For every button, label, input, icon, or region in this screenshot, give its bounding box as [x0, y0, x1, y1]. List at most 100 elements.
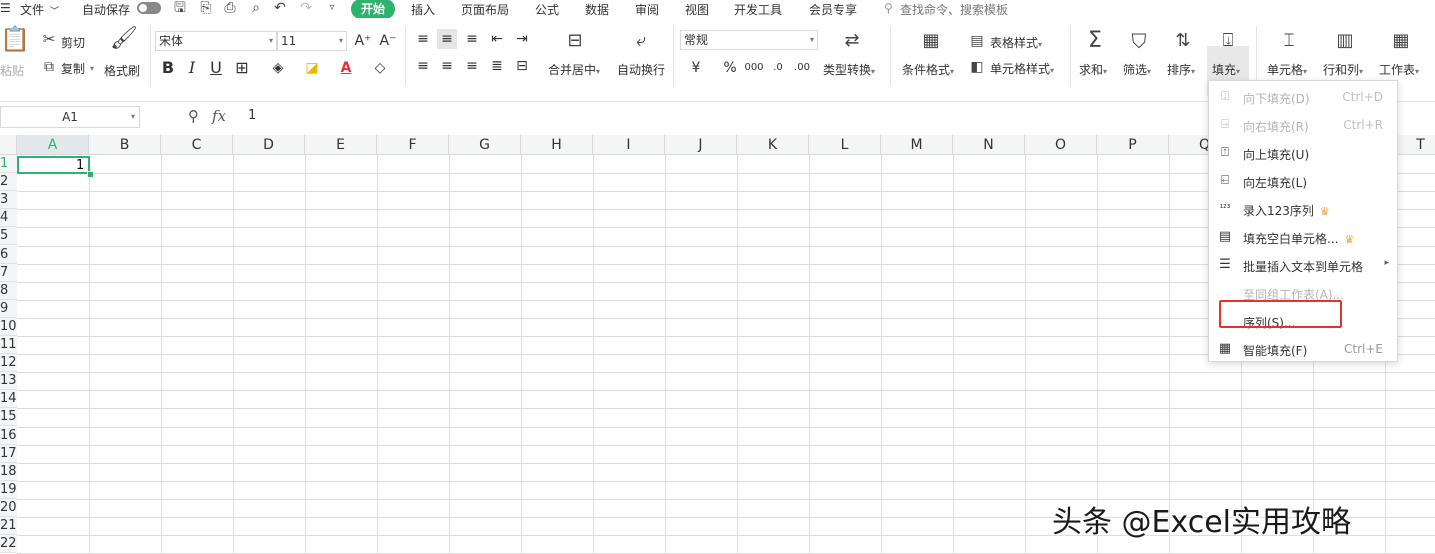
tab-member[interactable]: 会员专享: [809, 1, 857, 18]
tab-data[interactable]: 数据: [585, 1, 609, 18]
sum-icon[interactable]: Σ: [1082, 30, 1108, 52]
row-header-5[interactable]: 5: [0, 227, 17, 246]
align-right-icon[interactable]: ≡: [462, 56, 482, 76]
file-menu[interactable]: 文件: [20, 1, 44, 18]
menu-item-fill-up[interactable]: ⍐ 向上填充(U): [1209, 139, 1397, 167]
row-header-22[interactable]: 22: [0, 535, 17, 554]
menu-item-fill-down[interactable]: ⍗ 向下填充(D) Ctrl+D: [1209, 83, 1397, 111]
menu-item-fill-blank-cells[interactable]: ▤ 填充空白单元格... ♛: [1209, 223, 1397, 251]
sort-icon[interactable]: ⇅: [1170, 30, 1196, 52]
column-header-b[interactable]: B: [89, 135, 161, 155]
sort-button[interactable]: 排序▾: [1167, 61, 1195, 78]
currency-icon[interactable]: ¥: [686, 58, 706, 78]
menu-item-smart-fill[interactable]: ▦ 智能填充(F) Ctrl+E: [1209, 335, 1397, 363]
hamburger-icon[interactable]: ☰: [0, 1, 11, 15]
row-header-14[interactable]: 14: [0, 390, 17, 409]
menu-item-fill-left[interactable]: ⍇ 向左填充(L): [1209, 167, 1397, 195]
percent-icon[interactable]: %: [720, 58, 740, 78]
conditional-format-button[interactable]: 条件格式▾: [902, 61, 954, 78]
row-header-4[interactable]: 4: [0, 209, 17, 228]
row-header-19[interactable]: 19: [0, 480, 17, 499]
fill-handle[interactable]: [87, 171, 94, 178]
row-header-6[interactable]: 6: [0, 245, 17, 264]
tab-insert[interactable]: 插入: [411, 1, 435, 18]
column-header-g[interactable]: G: [449, 135, 521, 155]
sum-button[interactable]: 求和▾: [1079, 61, 1107, 78]
column-header-e[interactable]: E: [305, 135, 377, 155]
column-header-n[interactable]: N: [953, 135, 1025, 155]
font-color-icon[interactable]: A: [336, 58, 356, 78]
tab-home[interactable]: 开始: [351, 0, 395, 19]
menu-item-enter-123-series[interactable]: ¹²³ 录入123序列 ♛: [1209, 195, 1397, 223]
row-header-12[interactable]: 12: [0, 354, 17, 373]
menu-item-batch-insert-text[interactable]: ☰ 批量插入文本到单元格 ▸: [1209, 251, 1397, 279]
undo-icon[interactable]: ↶: [272, 0, 288, 16]
cut-button[interactable]: 剪切: [61, 34, 85, 51]
decrease-indent-icon[interactable]: ⇤: [487, 29, 507, 49]
align-center-icon[interactable]: ≡: [437, 56, 457, 76]
worksheet-icon[interactable]: ▦: [1388, 30, 1414, 52]
column-header-l[interactable]: L: [809, 135, 881, 155]
align-left-icon[interactable]: ≡: [413, 56, 433, 76]
cell-style-button[interactable]: 单元格样式▾: [990, 60, 1054, 77]
decrease-decimal-icon[interactable]: .00: [792, 58, 812, 78]
column-header-f[interactable]: F: [377, 135, 449, 155]
row-header-8[interactable]: 8: [0, 281, 17, 300]
tab-review[interactable]: 审阅: [635, 1, 659, 18]
name-box[interactable]: A1 ▾: [0, 106, 140, 128]
print-icon[interactable]: ⎙: [222, 0, 238, 16]
table-style-icon[interactable]: ▤: [968, 30, 986, 52]
column-header-o[interactable]: O: [1025, 135, 1097, 155]
tab-formulas[interactable]: 公式: [535, 1, 559, 18]
column-header-j[interactable]: J: [665, 135, 737, 155]
decrease-font-icon[interactable]: A⁻: [378, 31, 398, 51]
column-header-p[interactable]: P: [1097, 135, 1169, 155]
align-bottom-icon[interactable]: ≡: [462, 29, 482, 49]
fill-color-icon[interactable]: ◈: [268, 58, 288, 78]
fill-down-icon[interactable]: ⍗: [1215, 30, 1241, 52]
select-all-corner[interactable]: [0, 135, 17, 155]
fill-button[interactable]: 填充▾: [1212, 61, 1240, 78]
cell-style-icon[interactable]: ◧: [968, 56, 986, 78]
row-header-13[interactable]: 13: [0, 372, 17, 391]
highlight-icon[interactable]: ◪: [302, 58, 322, 78]
column-header-c[interactable]: C: [161, 135, 233, 155]
print-preview-icon[interactable]: ⌕: [248, 0, 264, 16]
row-header-20[interactable]: 20: [0, 498, 17, 517]
distribute-icon[interactable]: ⊟: [512, 56, 532, 76]
menu-item-fill-right[interactable]: ⍈ 向右填充(R) Ctrl+R: [1209, 111, 1397, 139]
align-top-icon[interactable]: ≡: [413, 29, 433, 49]
increase-font-icon[interactable]: A⁺: [353, 31, 373, 51]
cell-button[interactable]: 单元格▾: [1267, 61, 1307, 78]
autosave-toggle[interactable]: [137, 2, 161, 14]
export-pdf-icon[interactable]: ⎘: [198, 0, 214, 16]
search-icon[interactable]: ⚲: [884, 1, 893, 15]
row-column-button[interactable]: 行和列▾: [1323, 61, 1363, 78]
wrap-text-icon[interactable]: ⤶: [628, 30, 654, 52]
chevron-down-icon[interactable]: ﹀: [50, 4, 59, 17]
column-header-k[interactable]: K: [737, 135, 809, 155]
tab-page-layout[interactable]: 页面布局: [461, 1, 509, 18]
increase-indent-icon[interactable]: ⇥: [512, 29, 532, 49]
column-header-h[interactable]: H: [521, 135, 593, 155]
column-header-i[interactable]: I: [593, 135, 665, 155]
paste-button[interactable]: 粘贴: [0, 62, 24, 79]
table-style-button[interactable]: 表格样式▾: [990, 34, 1042, 51]
copy-button[interactable]: 复制: [61, 60, 85, 77]
worksheet-button[interactable]: 工作表▾: [1379, 61, 1419, 78]
row-header-10[interactable]: 10: [0, 317, 17, 336]
row-header-2[interactable]: 2: [0, 173, 17, 192]
wrap-text-button[interactable]: 自动换行: [617, 61, 665, 78]
formula-input[interactable]: 1: [248, 108, 256, 123]
underline-icon[interactable]: U: [206, 58, 226, 78]
row-header-1[interactable]: 1: [0, 155, 17, 174]
type-convert-icon[interactable]: ⇄: [840, 30, 864, 52]
row-header-16[interactable]: 16: [0, 426, 17, 445]
font-name-select[interactable]: 宋体 ▾: [155, 31, 277, 51]
format-painter-button[interactable]: 格式刷: [104, 62, 140, 79]
scissors-icon[interactable]: ✂: [40, 28, 58, 50]
zoom-icon[interactable]: ⚲: [188, 107, 199, 125]
row-header-9[interactable]: 9: [0, 299, 17, 318]
command-search[interactable]: 查找命令、搜索模板: [900, 1, 1008, 18]
format-painter-icon[interactable]: 🖌: [110, 28, 138, 50]
